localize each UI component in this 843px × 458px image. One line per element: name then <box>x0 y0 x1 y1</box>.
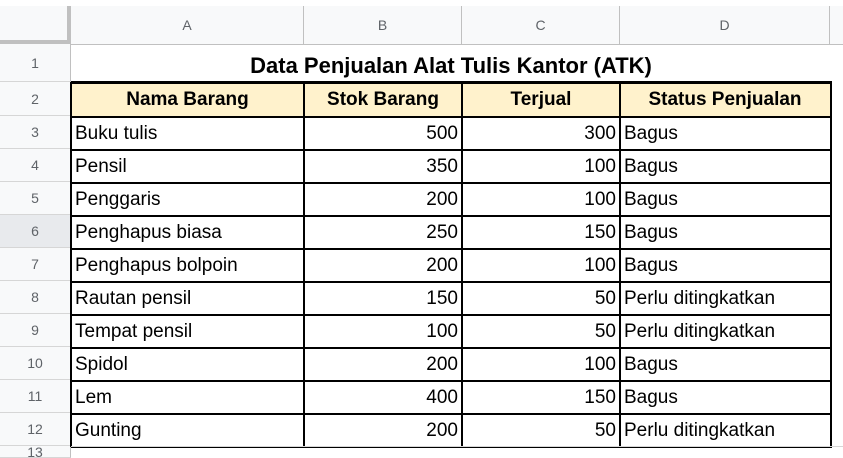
column-header-a[interactable]: A <box>71 6 304 44</box>
select-all-corner[interactable] <box>0 6 71 44</box>
table-cell-status[interactable]: Bagus <box>620 348 830 381</box>
table-cell-terjual[interactable]: 50 <box>462 282 620 315</box>
table-cell-stok[interactable]: 350 <box>304 150 462 183</box>
table-cell-stok[interactable]: 150 <box>304 282 462 315</box>
table-cell-stok[interactable]: 200 <box>304 183 462 216</box>
table-cell-stok[interactable]: 400 <box>304 381 462 414</box>
table-cell-terjual[interactable]: 300 <box>462 117 620 150</box>
table-cell-nama[interactable]: Penghapus biasa <box>71 216 304 249</box>
table-cell-stok[interactable]: 250 <box>304 216 462 249</box>
table-cell-nama[interactable]: Penghapus bolpoin <box>71 249 304 282</box>
row-number-13[interactable]: 13 <box>0 445 71 458</box>
table-cell-stok[interactable]: 200 <box>304 414 462 447</box>
column-header-d[interactable]: D <box>620 6 830 44</box>
table-cell-terjual[interactable]: 150 <box>462 381 620 414</box>
table-cell-status[interactable]: Bagus <box>620 150 830 183</box>
border-line <box>70 82 72 447</box>
border-line <box>71 82 832 84</box>
row-number-4[interactable]: 4 <box>0 149 71 182</box>
row-number-10[interactable]: 10 <box>0 347 71 380</box>
row-number-8[interactable]: 8 <box>0 281 71 314</box>
header-status-penjualan[interactable]: Status Penjualan <box>620 83 830 116</box>
border-line <box>71 314 832 316</box>
table-cell-terjual[interactable]: 100 <box>462 348 620 381</box>
header-nama-barang[interactable]: Nama Barang <box>71 83 304 116</box>
table-cell-status[interactable]: Bagus <box>620 117 830 150</box>
row-number-12[interactable]: 12 <box>0 413 71 446</box>
border-line <box>71 248 832 250</box>
table-cell-nama[interactable]: Tempat pensil <box>71 315 304 348</box>
border-line <box>71 380 832 382</box>
border-line <box>303 82 305 447</box>
row-number-3[interactable]: 3 <box>0 116 71 149</box>
border-line <box>71 182 832 184</box>
border-line <box>619 82 621 447</box>
row-number-1[interactable]: 1 <box>0 44 71 82</box>
table-cell-stok[interactable]: 200 <box>304 249 462 282</box>
grid-line <box>71 446 843 447</box>
table-cell-status[interactable]: Perlu ditingkatkan <box>620 282 830 315</box>
table-cell-stok[interactable]: 200 <box>304 348 462 381</box>
border-line <box>71 413 832 415</box>
table-cell-status[interactable]: Bagus <box>620 249 830 282</box>
table-cell-terjual[interactable]: 100 <box>462 150 620 183</box>
table-cell-terjual[interactable]: 100 <box>462 183 620 216</box>
table-cell-stok[interactable]: 500 <box>304 117 462 150</box>
table-cell-nama[interactable]: Penggaris <box>71 183 304 216</box>
table-cell-status[interactable]: Bagus <box>620 216 830 249</box>
row-number-9[interactable]: 9 <box>0 314 71 347</box>
border-line <box>71 215 832 217</box>
table-cell-status[interactable]: Perlu ditingkatkan <box>620 414 830 447</box>
table-title[interactable]: Data Penjualan Alat Tulis Kantor (ATK) <box>71 49 831 82</box>
column-header-row: A B C D <box>0 6 843 45</box>
column-header-b[interactable]: B <box>304 6 462 44</box>
table-cell-stok[interactable]: 100 <box>304 315 462 348</box>
table-cell-terjual[interactable]: 50 <box>462 414 620 447</box>
header-terjual[interactable]: Terjual <box>462 83 620 116</box>
table-cell-status[interactable]: Bagus <box>620 381 830 414</box>
table-cell-nama[interactable]: Spidol <box>71 348 304 381</box>
row-number-5[interactable]: 5 <box>0 182 71 215</box>
table-cell-nama[interactable]: Gunting <box>71 414 304 447</box>
table-cell-nama[interactable]: Pensil <box>71 150 304 183</box>
border-line <box>461 82 463 447</box>
border-line <box>71 116 832 118</box>
border-line <box>71 149 832 151</box>
row-number-7[interactable]: 7 <box>0 248 71 281</box>
border-line <box>71 347 832 349</box>
table-cell-nama[interactable]: Lem <box>71 381 304 414</box>
table-cell-status[interactable]: Perlu ditingkatkan <box>620 315 830 348</box>
border-line <box>830 82 832 447</box>
table-cell-status[interactable]: Bagus <box>620 183 830 216</box>
border-line <box>71 281 832 283</box>
column-header-c[interactable]: C <box>462 6 620 44</box>
row-number-2[interactable]: 2 <box>0 82 71 116</box>
table-cell-nama[interactable]: Rautan pensil <box>71 282 304 315</box>
table-cell-terjual[interactable]: 50 <box>462 315 620 348</box>
row-number-6[interactable]: 6 <box>0 215 71 248</box>
table-cell-terjual[interactable]: 150 <box>462 216 620 249</box>
table-cell-terjual[interactable]: 100 <box>462 249 620 282</box>
table-cell-nama[interactable]: Buku tulis <box>71 117 304 150</box>
header-stok-barang[interactable]: Stok Barang <box>304 83 462 116</box>
spreadsheet-grid[interactable]: A B C D 1 2 3 4 5 6 7 8 9 10 11 12 13 Data Penjualan… <box>0 0 843 458</box>
row-number-11[interactable]: 11 <box>0 380 71 413</box>
